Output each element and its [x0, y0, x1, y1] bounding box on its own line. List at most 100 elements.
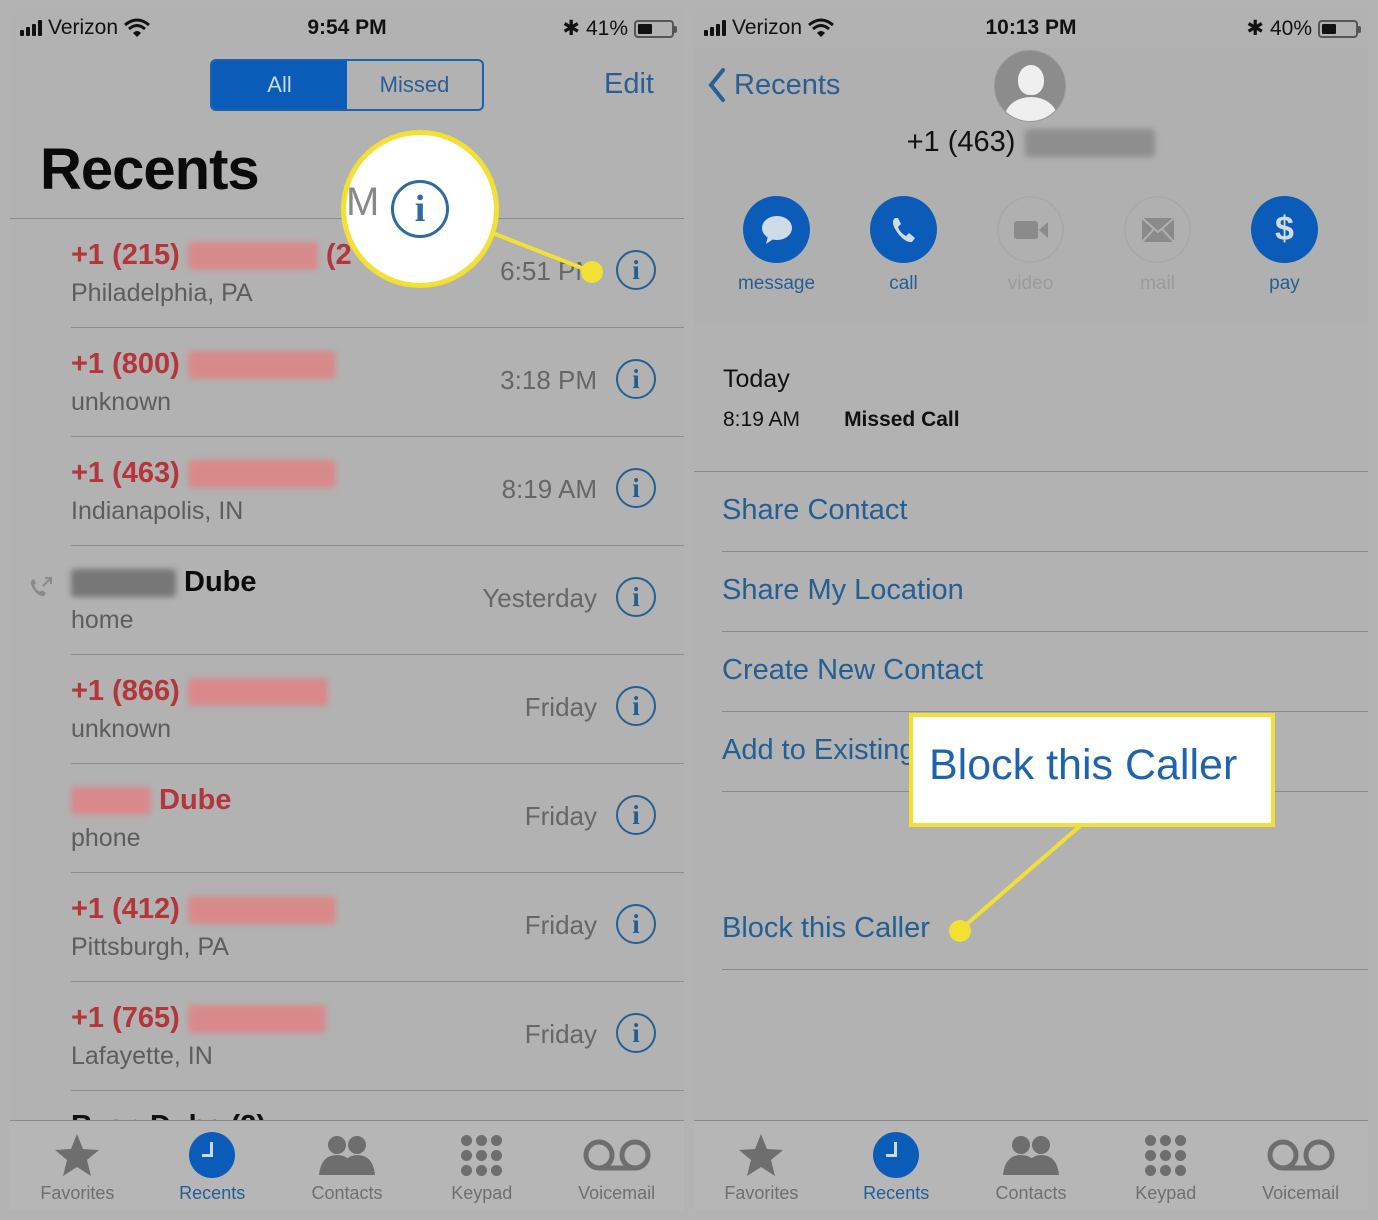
- battery-fill: [638, 23, 652, 34]
- video-camera-icon: [997, 196, 1064, 263]
- redacted-text: [187, 350, 336, 379]
- contacts-icon: [1001, 1131, 1061, 1179]
- tab-voicemail[interactable]: Voicemail: [549, 1121, 684, 1210]
- clock-icon: [189, 1131, 236, 1179]
- caller-subtitle: home: [71, 606, 134, 634]
- status-bar: Verizon 10:13 PM ✱ 40%: [694, 10, 1368, 48]
- contacts-icon: [317, 1131, 377, 1179]
- action-call[interactable]: call: [840, 196, 967, 295]
- tab-label: Contacts: [311, 1183, 383, 1203]
- callout-partial-text: M: [346, 180, 380, 224]
- action-label: mail: [1140, 273, 1175, 294]
- action-message[interactable]: message: [713, 196, 840, 295]
- caller-number: +1 (866): [71, 675, 180, 707]
- option-create-new-contact[interactable]: Create New Contact: [694, 632, 1368, 712]
- info-button[interactable]: i: [616, 904, 656, 944]
- info-button[interactable]: i: [616, 1013, 656, 1053]
- callout-dot-block: [949, 920, 971, 942]
- redacted-number: [1025, 128, 1156, 157]
- tab-label: Recents: [863, 1183, 930, 1203]
- tab-recents[interactable]: Recents: [145, 1121, 280, 1210]
- action-pay[interactable]: $ pay: [1221, 196, 1348, 295]
- caller-number: +1 (412): [71, 893, 180, 925]
- option-label: Share Contact: [722, 494, 908, 526]
- caller-name: (2: [325, 239, 352, 271]
- call-row[interactable]: +1 (800) unknown 3:18 PM i: [10, 328, 684, 437]
- tab-recents[interactable]: Recents: [829, 1121, 964, 1210]
- info-button[interactable]: i: [616, 468, 656, 508]
- info-button-callout: M i: [341, 130, 499, 288]
- partial-call-row[interactable]: Ryan Dube (2): [71, 1110, 266, 1120]
- call-row[interactable]: Dube phone Friday i: [10, 764, 684, 873]
- call-time: Friday: [524, 910, 597, 940]
- call-row[interactable]: +1 (866) unknown Friday i: [10, 655, 684, 764]
- tab-keypad[interactable]: Keypad: [1098, 1121, 1233, 1210]
- caller-label: +1 (463): [71, 457, 336, 490]
- segment-all[interactable]: All: [212, 61, 347, 109]
- action-label: message: [737, 273, 816, 294]
- envelope-icon: [1124, 196, 1191, 263]
- history-day: Today: [723, 365, 790, 393]
- redacted-text: [187, 241, 318, 270]
- contact-avatar-icon: [994, 50, 1066, 122]
- contact-actions: message call video mail $ pay: [694, 196, 1368, 295]
- star-icon: [54, 1131, 100, 1179]
- caller-subtitle: unknown: [71, 388, 172, 416]
- edit-button[interactable]: Edit: [604, 68, 654, 101]
- caller-label: +1 (412): [71, 893, 336, 926]
- caller-number: +1 (800): [71, 348, 180, 380]
- tab-keypad[interactable]: Keypad: [414, 1121, 549, 1210]
- call-time: Friday: [524, 801, 597, 831]
- tab-favorites[interactable]: Favorites: [694, 1121, 829, 1210]
- caller-label: Dube: [71, 566, 257, 599]
- caller-subtitle: Pittsburgh, PA: [71, 933, 229, 961]
- block-caller-callout: Block this Caller: [909, 713, 1275, 827]
- option-label: Create New Contact: [722, 654, 984, 686]
- tab-contacts[interactable]: Contacts: [280, 1121, 415, 1210]
- call-row[interactable]: +1 (765) Lafayette, IN Friday i: [10, 982, 684, 1091]
- voicemail-icon: [1266, 1131, 1336, 1179]
- info-button[interactable]: i: [616, 359, 656, 399]
- filter-segmented-control: All Missed: [210, 59, 484, 111]
- tab-favorites[interactable]: Favorites: [10, 1121, 145, 1210]
- caller-subtitle: Indianapolis, IN: [71, 497, 244, 525]
- redacted-text: [187, 895, 336, 924]
- option-share-contact[interactable]: Share Contact: [694, 472, 1368, 552]
- option-share-my-location[interactable]: Share My Location: [694, 552, 1368, 632]
- tab-voicemail[interactable]: Voicemail: [1233, 1121, 1368, 1210]
- tab-label: Recents: [179, 1183, 246, 1203]
- info-button[interactable]: i: [616, 250, 656, 290]
- caller-subtitle: phone: [71, 824, 141, 852]
- star-icon: [738, 1131, 784, 1179]
- call-time: Friday: [524, 1019, 597, 1049]
- battery-percent: 40%: [1269, 16, 1312, 40]
- info-button[interactable]: i: [616, 686, 656, 726]
- call-row[interactable]: +1 (412) Pittsburgh, PA Friday i: [10, 873, 684, 982]
- history-time: 8:19 AM: [723, 408, 801, 431]
- info-button[interactable]: i: [616, 795, 656, 835]
- tab-label: Keypad: [451, 1183, 513, 1203]
- message-bubble-icon: [743, 196, 810, 263]
- call-time: Yesterday: [482, 583, 597, 613]
- status-bar: Verizon 9:54 PM ✱ 41%: [10, 10, 684, 48]
- redacted-text: [187, 677, 328, 706]
- call-row[interactable]: +1 (463) Indianapolis, IN 8:19 AM i: [10, 437, 684, 546]
- tab-contacts[interactable]: Contacts: [964, 1121, 1099, 1210]
- option-divider: [722, 969, 1368, 970]
- action-video[interactable]: video: [967, 196, 1094, 295]
- call-info-screen: Verizon 10:13 PM ✱ 40% Recents +1 (463) …: [694, 10, 1368, 1210]
- back-button[interactable]: Recents: [708, 68, 840, 102]
- info-button[interactable]: i: [616, 577, 656, 617]
- chevron-left-icon: [708, 68, 725, 102]
- battery-icon: [1318, 19, 1361, 38]
- contact-number: +1 (463): [694, 126, 1368, 159]
- battery-percent: 41%: [585, 16, 628, 40]
- action-label: video: [1007, 273, 1054, 294]
- segment-missed[interactable]: Missed: [347, 61, 482, 109]
- call-row[interactable]: Dube home Yesterday i: [10, 546, 684, 655]
- tab-label: Voicemail: [578, 1183, 656, 1203]
- redacted-text: [187, 1004, 326, 1033]
- action-mail[interactable]: mail: [1094, 196, 1221, 295]
- dollar-icon: $: [1251, 196, 1318, 263]
- caller-number: +1 (765): [71, 1002, 180, 1034]
